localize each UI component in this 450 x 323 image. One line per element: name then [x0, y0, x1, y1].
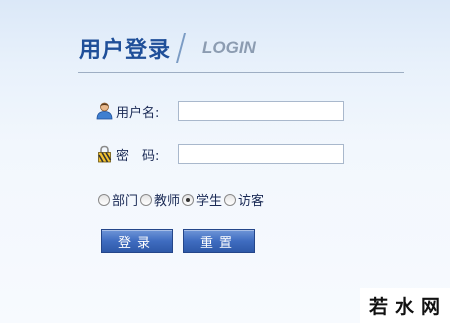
reset-button[interactable]: 重置	[183, 229, 255, 253]
role-label-department: 部门	[112, 194, 139, 209]
password-label: 密 码:	[116, 148, 160, 164]
lock-icon	[96, 145, 113, 163]
role-radio-department[interactable]	[98, 193, 110, 206]
role-selector: 部门 教师 学生 访客	[98, 190, 266, 209]
page-title: 用户登录	[79, 38, 172, 63]
role-option-student[interactable]: 学生	[182, 190, 223, 209]
password-row: 密 码:	[96, 143, 159, 165]
role-label-teacher: 教师	[154, 194, 181, 209]
role-radio-teacher[interactable]	[140, 193, 153, 206]
role-option-teacher[interactable]: 教师	[140, 190, 181, 209]
role-label-student: 学生	[196, 194, 223, 209]
user-icon	[96, 102, 113, 120]
role-radio-student[interactable]	[182, 193, 195, 206]
password-input[interactable]	[178, 144, 344, 164]
role-option-department[interactable]: 部门	[98, 190, 139, 209]
title-divider-slash	[175, 33, 187, 63]
page-subtitle: LOGIN	[202, 38, 256, 57]
role-radio-visitor[interactable]	[224, 193, 237, 206]
watermark-box: 若水网	[360, 288, 450, 323]
username-input[interactable]	[178, 101, 344, 121]
role-label-visitor: 访客	[238, 194, 265, 209]
role-option-visitor[interactable]: 访客	[224, 190, 265, 209]
username-row: 用户名:	[96, 100, 159, 122]
header-divider	[78, 72, 404, 73]
username-label: 用户名:	[116, 105, 160, 121]
login-button[interactable]: 登录	[101, 229, 173, 253]
watermark-text: 若水网	[368, 296, 447, 318]
